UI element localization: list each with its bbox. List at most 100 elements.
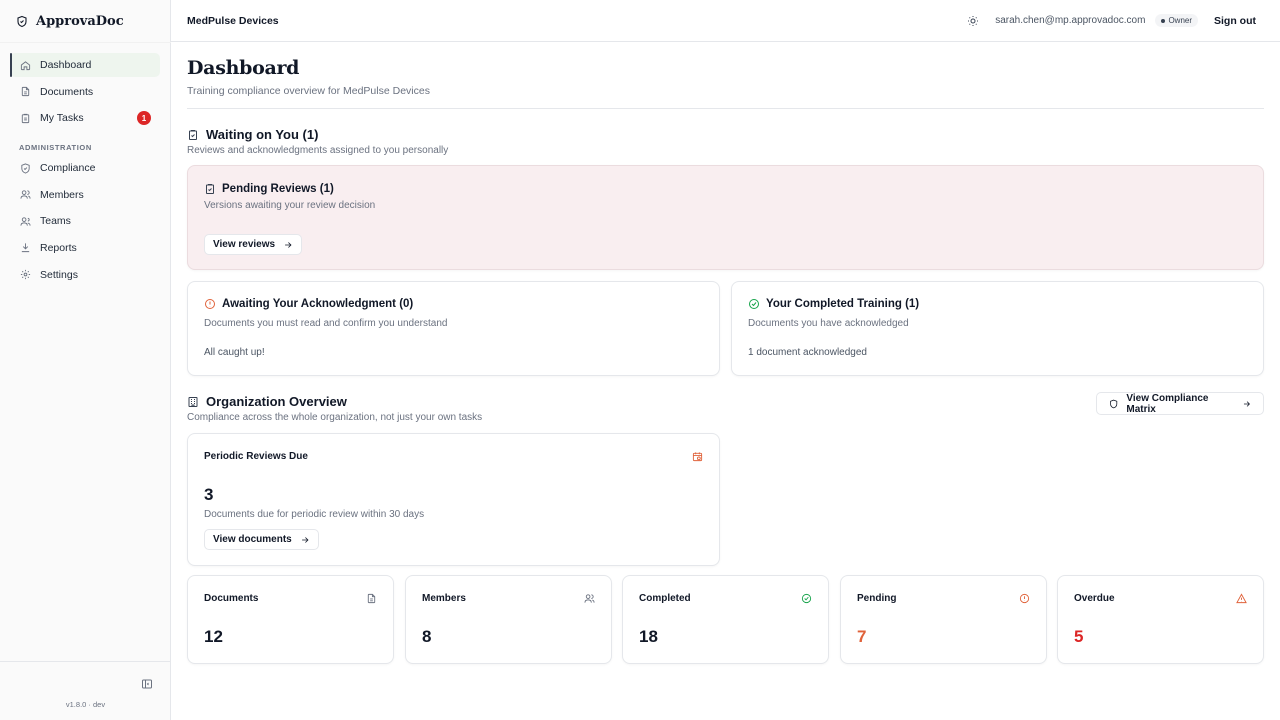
building-icon [188,396,198,407]
stat-value: 12 [204,627,223,646]
sidebar-item-label: Reports [40,241,77,254]
collapse-sidebar-button[interactable] [141,678,153,690]
tasks-count-badge: 1 [137,111,151,126]
stat-value: 5 [1074,627,1084,646]
topbar-right: sarah.chen@mp.approvadoc.com Owner Sign … [967,14,1256,27]
panel-left-icon [142,679,152,689]
app-name: ApprovaDoc [36,13,124,29]
stat-label: Pending [857,593,897,604]
theme-toggle-button[interactable] [967,15,979,27]
clipboard-check-icon [206,184,214,194]
sidebar-item-members[interactable]: Members [10,183,160,207]
completed-training-card: Your Completed Training (1) Documents yo… [731,281,1264,376]
stat-value: 18 [639,627,658,646]
main-area: MedPulse Devices sarah.chen@mp.approvado… [171,0,1280,720]
check-circle-icon [749,299,759,309]
sidebar-nav: Dashboard Documents My Tasks 1 ADMINISTR… [10,53,160,289]
completed-training-text: Documents you have acknowledged [748,318,909,329]
clipboard-check-icon [189,129,197,140]
sign-out-button[interactable]: Sign out [1214,15,1256,27]
divider [0,42,171,43]
waiting-section-subtitle: Reviews and acknowledgments assigned to … [187,145,449,156]
team-icon [20,217,31,226]
stat-label: Overdue [1074,593,1115,604]
sun-icon [968,15,979,26]
stat-label: Members [422,593,466,604]
admin-section-label: ADMINISTRATION [19,143,92,153]
download-icon [21,243,30,253]
stat-label: Completed [639,593,691,604]
view-reviews-button[interactable]: View reviews [204,234,303,255]
users-icon [20,190,31,199]
sidebar-item-label: Settings [40,268,78,281]
home-icon [20,60,31,70]
file-icon [366,593,377,604]
alert-circle-icon [1019,593,1030,604]
sidebar-item-my-tasks[interactable]: My Tasks 1 [10,106,160,130]
clipboard-icon [21,113,30,123]
calendar-clock-icon [692,451,703,462]
sidebar-item-label: Compliance [40,162,96,175]
topbar: MedPulse Devices sarah.chen@mp.approvado… [171,0,1280,42]
stat-value: 7 [857,627,867,646]
org-overview-title: Organization Overview [187,394,347,409]
sidebar-item-label: My Tasks [40,112,84,125]
sidebar-item-teams[interactable]: Teams [10,209,160,233]
page-subtitle: Training compliance overview for MedPuls… [187,85,430,97]
completed-training-status: 1 document acknowledged [748,347,867,358]
app-version: v1.8.0 · dev [65,700,106,709]
shield-logo-icon [17,15,27,27]
divider [187,108,1264,109]
users-icon [584,593,595,604]
sidebar-item-label: Documents [40,85,94,98]
acknowledgment-status: All caught up! [204,347,265,358]
pending-reviews-card: Pending Reviews (1) Versions awaiting yo… [187,165,1264,270]
shield-icon [1110,399,1118,408]
org-overview-subtitle: Compliance across the whole organization… [187,412,483,423]
acknowledgment-title: Awaiting Your Acknowledgment (0) [204,298,413,310]
stat-card-completed: Completed 18 [622,575,829,664]
periodic-reviews-text: Documents due for periodic review within… [204,509,425,520]
stat-card-members: Members 8 [405,575,612,664]
stat-card-pending: Pending 7 [840,575,1047,664]
sidebar-item-label: Members [40,188,84,201]
sidebar-item-compliance[interactable]: Compliance [10,156,160,180]
stat-value: 8 [422,627,432,646]
waiting-section-title: Waiting on You (1) [187,127,318,142]
stat-label: Documents [204,593,259,604]
file-icon [21,87,30,97]
sidebar-item-reports[interactable]: Reports [10,236,160,260]
org-name: MedPulse Devices [187,14,279,27]
gear-icon [20,269,31,280]
arrow-right-icon [285,241,292,248]
divider [0,661,171,662]
view-compliance-matrix-button[interactable]: View Compliance Matrix [1096,392,1264,415]
arrow-right-icon [1243,400,1250,407]
page-title: Dashboard [187,57,300,79]
completed-training-title: Your Completed Training (1) [748,298,919,310]
acknowledgment-text: Documents you must read and confirm you … [204,318,448,329]
brand[interactable]: ApprovaDoc [0,0,170,42]
check-circle-icon [801,593,812,604]
arrow-right-icon [301,536,309,543]
sidebar-item-label: Teams [40,215,71,228]
sidebar-item-dashboard[interactable]: Dashboard [10,53,160,77]
pending-reviews-text: Versions awaiting your review decision [204,200,376,211]
role-badge: Owner [1155,14,1198,27]
alert-circle-icon [205,299,215,309]
sidebar-item-documents[interactable]: Documents [10,80,160,104]
sidebar: ApprovaDoc Dashboard Documents My Tasks … [0,0,171,720]
view-documents-button[interactable]: View documents [204,529,319,550]
acknowledgment-card: Awaiting Your Acknowledgment (0) Documen… [187,281,720,376]
shield-check-icon [21,163,30,174]
sidebar-item-label: Dashboard [40,59,92,71]
user-email: sarah.chen@mp.approvadoc.com [995,15,1146,26]
periodic-reviews-count: 3 [204,485,214,504]
sidebar-item-settings[interactable]: Settings [10,263,160,287]
periodic-reviews-title: Periodic Reviews Due [204,451,308,462]
warning-triangle-icon [1236,593,1247,604]
periodic-reviews-card: Periodic Reviews Due 3 Documents due for… [187,433,720,566]
pending-reviews-title: Pending Reviews (1) [204,183,334,195]
stat-card-overdue: Overdue 5 [1057,575,1264,664]
stat-card-documents: Documents 12 [187,575,394,664]
